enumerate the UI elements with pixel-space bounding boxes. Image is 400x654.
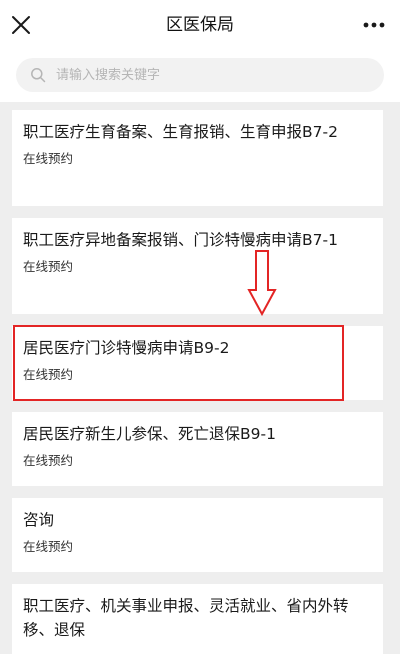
search-bar — [0, 50, 400, 102]
list-item[interactable]: 居民医疗门诊特慢病申请B9-2 在线预约 — [12, 326, 383, 400]
search-icon — [31, 68, 46, 83]
book-online-label: 在线预约 — [23, 453, 74, 468]
search-box[interactable] — [16, 58, 384, 92]
search-input[interactable] — [56, 58, 366, 92]
list-item[interactable]: 居民医疗新生儿参保、死亡退保B9-1 在线预约 — [12, 412, 383, 486]
book-online-label: 在线预约 — [23, 259, 74, 274]
service-title: 职工医疗异地备案报销、门诊特慢病申请B7-1 — [23, 231, 338, 249]
service-title: 居民医疗门诊特慢病申请B9-2 — [23, 339, 230, 357]
book-online-label: 在线预约 — [23, 367, 74, 382]
book-online-label: 在线预约 — [23, 151, 74, 166]
service-title: 职工医疗、机关事业申报、灵活就业、省内外转移、退保 — [23, 597, 349, 639]
list-item[interactable]: 职工医疗异地备案报销、门诊特慢病申请B7-1 在线预约 — [12, 218, 383, 314]
service-title: 咨询 — [23, 511, 55, 529]
app-header: 区医保局 — [0, 0, 400, 50]
book-online-label: 在线预约 — [23, 539, 74, 554]
service-title: 居民医疗新生儿参保、死亡退保B9-1 — [23, 425, 276, 443]
more-button[interactable] — [362, 14, 386, 36]
list-item[interactable]: 职工医疗生育备案、生育报销、生育申报B7-2 在线预约 — [12, 110, 383, 206]
service-list: 职工医疗生育备案、生育报销、生育申报B7-2 在线预约 职工医疗异地备案报销、门… — [0, 102, 400, 654]
list-item[interactable]: 职工医疗、机关事业申报、灵活就业、省内外转移、退保 — [12, 584, 383, 654]
page-title: 区医保局 — [166, 15, 234, 35]
service-title: 职工医疗生育备案、生育报销、生育申报B7-2 — [23, 123, 338, 141]
more-dots-icon — [363, 22, 385, 28]
list-item[interactable]: 咨询 在线预约 — [12, 498, 383, 572]
